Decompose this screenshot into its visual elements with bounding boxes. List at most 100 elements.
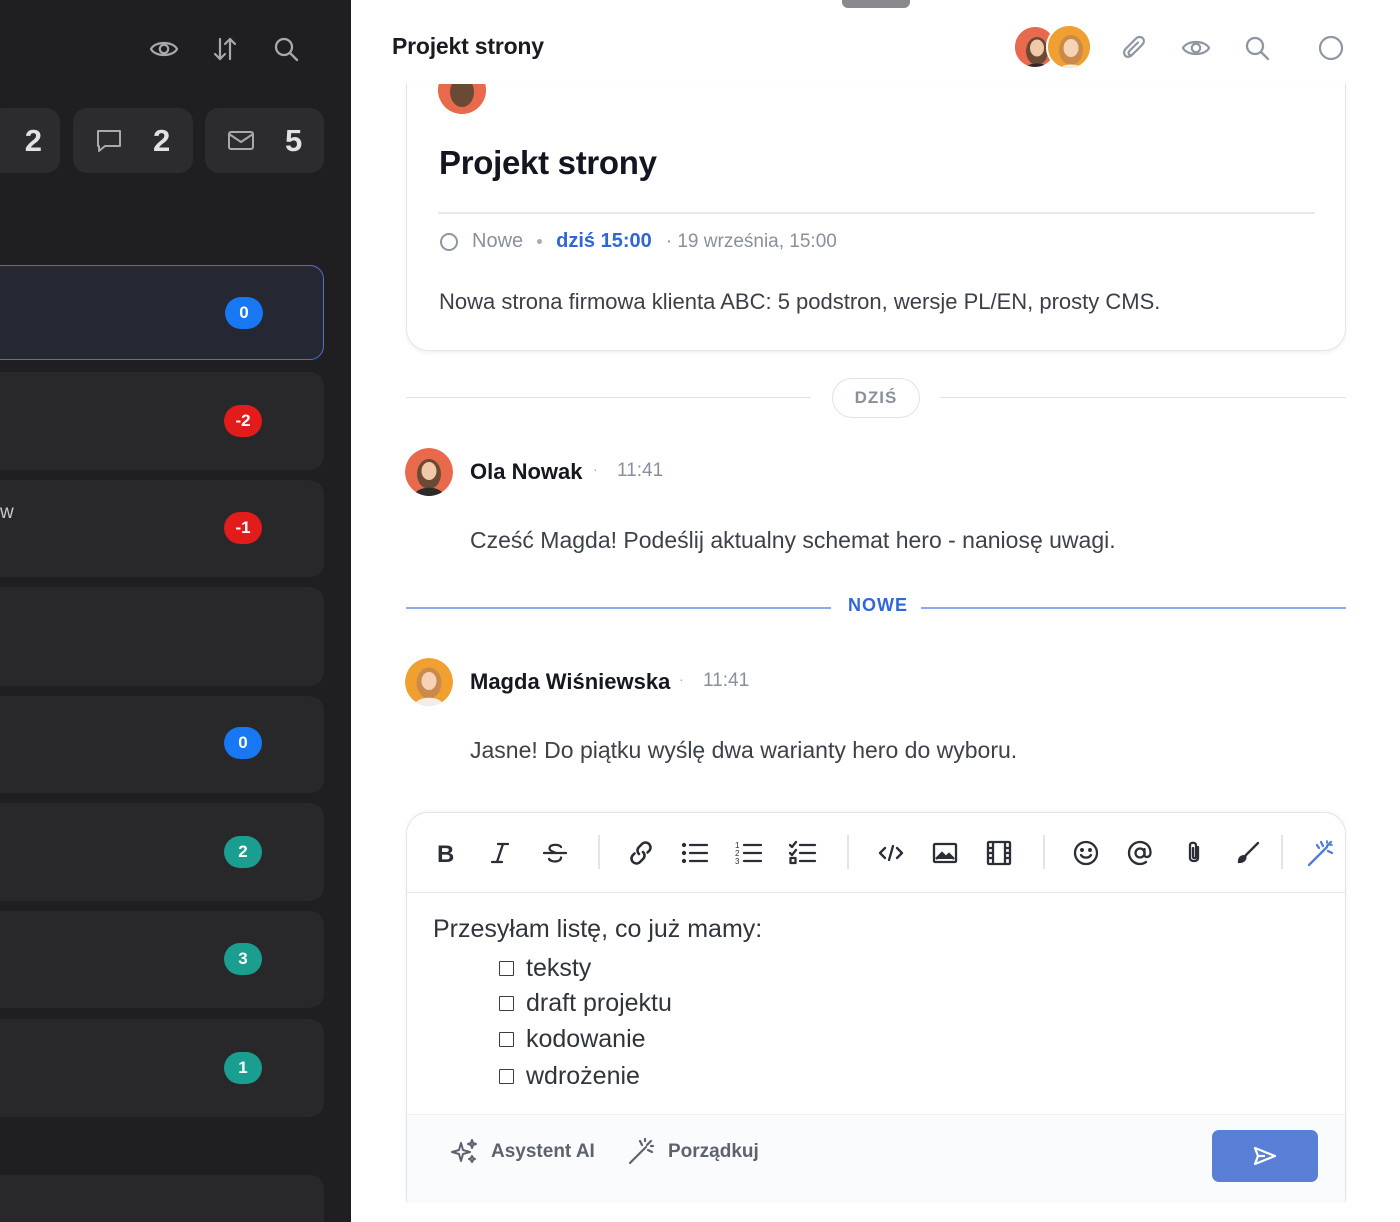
divider [406,607,831,609]
task-card[interactable]: 3 [0,911,324,1008]
divider [406,397,811,398]
checkbox[interactable] [499,961,514,976]
svg-text:B: B [437,841,454,865]
toolbar-separator [1281,835,1283,869]
page-title: Projekt strony [392,33,544,59]
checklist-item[interactable]: teksty [499,954,591,983]
toolbar-separator [1043,835,1045,869]
send-button[interactable] [1212,1130,1318,1182]
count-badge: 1 [224,1052,262,1084]
task-card[interactable]: 2 [0,803,324,901]
count-badge: 0 [224,727,262,759]
status-circle-icon[interactable] [1313,30,1349,66]
stat-counter[interactable]: 2 [0,108,60,173]
comment-icon [95,128,123,154]
checklist-item-label: teksty [526,954,592,982]
stat-value: 5 [285,122,303,158]
checklist-icon[interactable] [785,835,821,871]
divider [438,212,1315,214]
attachment-icon[interactable] [1176,835,1212,871]
message-time: 11:41 [617,460,664,481]
toolbar-separator [847,835,849,869]
image-icon[interactable] [927,835,963,871]
checklist-item[interactable]: kodowanie [499,1025,646,1054]
task-title: Projekt strony [439,144,657,181]
emoji-icon[interactable] [1068,835,1104,871]
strikethrough-icon[interactable] [537,835,573,871]
due-date-absolute: · 19 września, 15:00 [665,230,837,252]
task-list-sidebar: 2 2 5 0 -2 w -1 0 2 3 1 [0,0,351,1222]
bullet-list-icon[interactable] [677,835,713,871]
task-detail-panel: Projekt strony Projekt strony Nowe dziś … [351,0,1400,1222]
dot-separator: · [679,671,684,687]
checkbox[interactable] [499,996,514,1011]
sparkles-icon [449,1137,479,1167]
eye-icon[interactable] [147,32,181,66]
toolbar-separator [598,835,600,869]
mail-icon [227,130,255,152]
avatar [438,84,486,114]
formatting-toolbar: B 123 [407,813,1345,893]
drag-handle[interactable] [842,0,910,8]
link-icon[interactable] [623,835,659,871]
checklist-item-label: draft projektu [526,989,672,1017]
count-badge: -2 [224,405,262,437]
composer-footer: Asystent AI Porządkuj [407,1114,1345,1202]
task-card[interactable]: 0 [0,696,324,793]
svg-text:3: 3 [735,857,740,866]
italic-icon[interactable] [482,835,518,871]
mention-icon[interactable] [1122,835,1158,871]
checkbox[interactable] [499,1032,514,1047]
dot-separator [537,239,543,244]
ai-assistant-button[interactable]: Asystent AI [449,1137,595,1167]
task-card[interactable] [0,1175,324,1222]
bold-icon[interactable]: B [428,835,464,871]
code-icon[interactable] [873,835,909,871]
magic-wand-icon[interactable] [1302,835,1338,871]
numbered-list-icon[interactable]: 123 [731,835,767,871]
composer-intro-text[interactable]: Przesyłam listę, co już mamy: [433,915,762,944]
eye-icon[interactable] [1178,30,1214,66]
message-composer: B 123 Przesyłam listę, co już mamy: teks… [406,812,1346,1202]
task-card[interactable]: 1 [0,1019,324,1117]
avatar[interactable] [1046,24,1092,70]
attachment-icon[interactable] [1116,30,1152,66]
status-label: Nowe [472,230,524,252]
send-icon [1253,1145,1277,1167]
count-badge: 2 [224,836,262,868]
message-time: 11:41 [703,670,750,691]
brush-icon[interactable] [1230,835,1266,871]
mail-counter[interactable]: 5 [205,108,324,173]
tidy-button[interactable]: Porządkuj [626,1137,759,1167]
checklist-item[interactable]: wdrożenie [499,1062,640,1091]
task-summary-card: Projekt strony Nowe dziś 15:00 · 19 wrze… [406,84,1346,351]
search-icon[interactable] [269,32,303,66]
stat-value: 2 [24,122,42,158]
checklist-item[interactable]: draft projektu [499,989,672,1018]
task-card[interactable] [0,587,324,686]
dot-separator: · [593,461,598,477]
task-card[interactable]: 0 [0,265,324,360]
avatar[interactable] [405,448,453,496]
checkbox[interactable] [499,1069,514,1084]
sort-icon[interactable] [208,32,242,66]
app-root: 2 2 5 0 -2 w -1 0 2 3 1 Projekt strony P… [0,0,1400,1222]
search-icon[interactable] [1239,30,1275,66]
divider [940,397,1346,398]
tidy-label: Porządkuj [668,1141,759,1162]
new-messages-separator: NOWE [848,595,908,615]
video-icon[interactable] [981,835,1017,871]
card-text-fragment: w [0,502,14,523]
task-card[interactable]: -2 [0,372,324,470]
message-author[interactable]: Ola Nowak [470,459,582,485]
ai-assistant-label: Asystent AI [491,1141,595,1162]
task-card[interactable]: w -1 [0,480,324,577]
count-badge: 0 [225,297,263,329]
comments-counter[interactable]: 2 [73,108,193,173]
due-date-link[interactable]: dziś 15:00 [556,230,652,253]
stat-value: 2 [153,122,171,158]
status-circle-icon[interactable] [439,232,459,252]
avatar[interactable] [405,658,453,706]
task-meta: Nowe dziś 15:00 · 19 września, 15:00 [439,230,837,253]
message-author[interactable]: Magda Wiśniewska [470,669,670,695]
